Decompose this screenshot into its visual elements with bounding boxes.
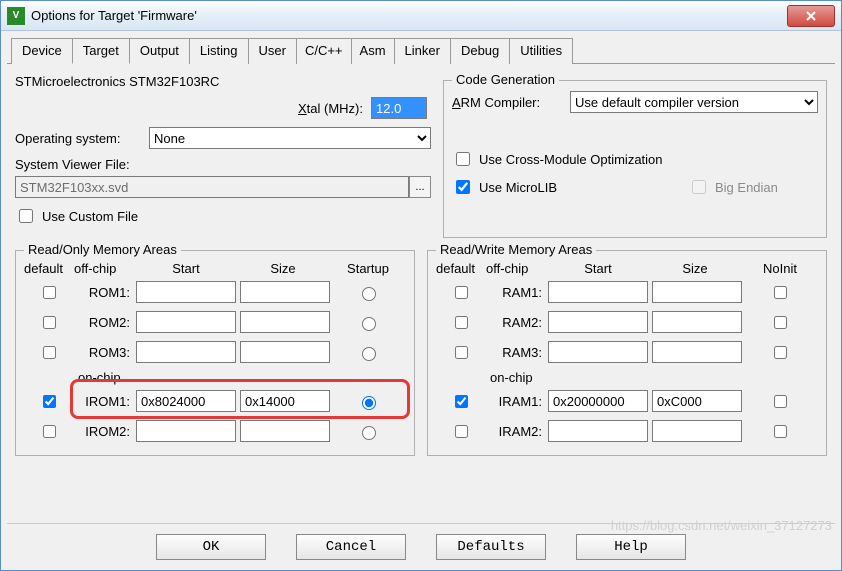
irom2-size[interactable] bbox=[240, 420, 330, 442]
armcomp-label: ARM Compiler: bbox=[452, 95, 562, 110]
ro-group: Read/Only Memory Areas default off-chip … bbox=[15, 250, 415, 456]
rom2-start[interactable] bbox=[136, 311, 236, 333]
iram1-size[interactable] bbox=[652, 390, 742, 412]
iram2-start[interactable] bbox=[548, 420, 648, 442]
rom2-size[interactable] bbox=[240, 311, 330, 333]
ram1-start[interactable] bbox=[548, 281, 648, 303]
rom2-default[interactable] bbox=[43, 316, 56, 329]
tab-asm[interactable]: Asm bbox=[351, 38, 395, 64]
os-label: Operating system: bbox=[15, 131, 141, 146]
ram2-default[interactable] bbox=[455, 316, 468, 329]
defaults-button[interactable]: Defaults bbox=[436, 534, 546, 560]
iram2-default[interactable] bbox=[455, 425, 468, 438]
ro-legend: Read/Only Memory Areas bbox=[24, 242, 181, 257]
ram2-size[interactable] bbox=[652, 311, 742, 333]
iram1-noinit[interactable] bbox=[774, 395, 787, 408]
ram1-size[interactable] bbox=[652, 281, 742, 303]
target-panel: STMicroelectronics STM32F103RC Xtal (MHz… bbox=[7, 64, 835, 523]
irom2-row: IROM2: bbox=[24, 419, 406, 443]
ram3-noinit[interactable] bbox=[774, 346, 787, 359]
button-bar: OK Cancel Defaults Help bbox=[7, 523, 835, 570]
tab-linker[interactable]: Linker bbox=[394, 38, 451, 64]
irom2-startup[interactable] bbox=[362, 426, 376, 440]
rom3-startup[interactable] bbox=[362, 347, 376, 361]
ram1-noinit[interactable] bbox=[774, 286, 787, 299]
rom1-start[interactable] bbox=[136, 281, 236, 303]
tab-output[interactable]: Output bbox=[129, 38, 190, 64]
close-button[interactable] bbox=[787, 5, 835, 27]
rw-legend: Read/Write Memory Areas bbox=[436, 242, 596, 257]
iram2-noinit[interactable] bbox=[774, 425, 787, 438]
tab-strip: Device Target Output Listing User C/C++ … bbox=[7, 37, 835, 64]
window-title: Options for Target 'Firmware' bbox=[31, 8, 787, 23]
rom3-start[interactable] bbox=[136, 341, 236, 363]
ram3-row: RAM3: bbox=[436, 340, 818, 364]
close-icon bbox=[805, 10, 817, 22]
ram2-start[interactable] bbox=[548, 311, 648, 333]
bigendian-check: Big Endian bbox=[688, 177, 818, 197]
rom1-size[interactable] bbox=[240, 281, 330, 303]
iram2-size[interactable] bbox=[652, 420, 742, 442]
svf-input bbox=[15, 176, 409, 198]
cancel-button[interactable]: Cancel bbox=[296, 534, 406, 560]
rom3-row: ROM3: bbox=[24, 340, 406, 364]
rom2-row: ROM2: bbox=[24, 310, 406, 334]
svf-label: System Viewer File: bbox=[15, 157, 431, 172]
irom1-startup[interactable] bbox=[362, 396, 376, 410]
rom2-startup[interactable] bbox=[362, 317, 376, 331]
os-select[interactable]: None bbox=[149, 127, 431, 149]
ram3-size[interactable] bbox=[652, 341, 742, 363]
app-icon: V bbox=[7, 7, 25, 25]
svf-browse-button[interactable]: ... bbox=[409, 176, 431, 198]
irom1-default[interactable] bbox=[43, 395, 56, 408]
ram2-row: RAM2: bbox=[436, 310, 818, 334]
ram1-default[interactable] bbox=[455, 286, 468, 299]
tab-debug[interactable]: Debug bbox=[450, 38, 510, 64]
xtal-label: Xtal (MHz): bbox=[298, 101, 363, 116]
irom1-size[interactable] bbox=[240, 390, 330, 412]
titlebar: V Options for Target 'Firmware' bbox=[1, 1, 841, 31]
microlib-check[interactable]: Use MicroLIB bbox=[452, 177, 688, 197]
xtal-input[interactable] bbox=[371, 97, 427, 119]
cross-opt-check[interactable]: Use Cross-Module Optimization bbox=[452, 149, 818, 169]
rom1-default[interactable] bbox=[43, 286, 56, 299]
help-button[interactable]: Help bbox=[576, 534, 686, 560]
irom2-start[interactable] bbox=[136, 420, 236, 442]
irom2-default[interactable] bbox=[43, 425, 56, 438]
tab-listing[interactable]: Listing bbox=[189, 38, 249, 64]
ram2-noinit[interactable] bbox=[774, 316, 787, 329]
ram3-default[interactable] bbox=[455, 346, 468, 359]
ram3-start[interactable] bbox=[548, 341, 648, 363]
iram1-start[interactable] bbox=[548, 390, 648, 412]
iram2-row: IRAM2: bbox=[436, 419, 818, 443]
iram1-row: IRAM1: bbox=[436, 389, 818, 413]
ok-button[interactable]: OK bbox=[156, 534, 266, 560]
options-window: V Options for Target 'Firmware' Device T… bbox=[0, 0, 842, 571]
tab-utilities[interactable]: Utilities bbox=[509, 38, 573, 64]
tab-device[interactable]: Device bbox=[11, 38, 73, 64]
codegen-legend: Code Generation bbox=[452, 72, 559, 87]
rom1-row: ROM1: bbox=[24, 280, 406, 304]
irom1-row: IROM1: bbox=[24, 389, 406, 413]
tab-target[interactable]: Target bbox=[72, 38, 130, 64]
mcu-label: STMicroelectronics STM32F103RC bbox=[15, 74, 219, 89]
irom1-start[interactable] bbox=[136, 390, 236, 412]
armcomp-select[interactable]: Use default compiler version bbox=[570, 91, 818, 113]
ram1-row: RAM1: bbox=[436, 280, 818, 304]
client-area: Device Target Output Listing User C/C++ … bbox=[1, 31, 841, 570]
iram1-default[interactable] bbox=[455, 395, 468, 408]
rom1-startup[interactable] bbox=[362, 287, 376, 301]
tab-cpp[interactable]: C/C++ bbox=[296, 38, 352, 64]
rw-group: Read/Write Memory Areas default off-chip… bbox=[427, 250, 827, 456]
tab-user[interactable]: User bbox=[248, 38, 297, 64]
use-custom-file-check[interactable]: Use Custom File bbox=[15, 206, 138, 226]
codegen-group: Code Generation ARM Compiler: Use defaul… bbox=[443, 80, 827, 238]
rom3-size[interactable] bbox=[240, 341, 330, 363]
rom3-default[interactable] bbox=[43, 346, 56, 359]
